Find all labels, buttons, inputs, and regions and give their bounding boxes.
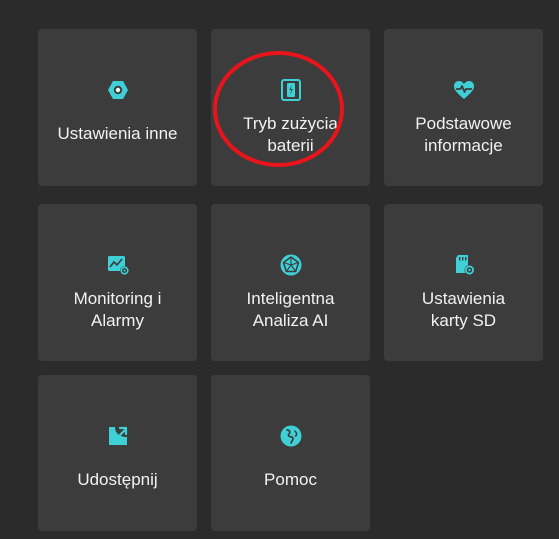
tile-label: Ustawienia inne [57, 124, 178, 143]
tile-basic-info[interactable]: Podstawowe informacje [384, 29, 543, 186]
share-icon [108, 426, 127, 445]
settings-grid: Ustawienia inne Tryb zużycia baterii Pod… [38, 29, 557, 539]
monitoring-alarm-icon [107, 256, 129, 275]
tile-label: Pomoc [264, 470, 317, 489]
battery-mode-icon [280, 79, 301, 101]
tile-share[interactable]: Udostępnij [38, 375, 197, 531]
tile-other-settings[interactable]: Ustawienia inne [38, 29, 197, 186]
settings-screen: Ustawienia inne Tryb zużycia baterii Pod… [0, 0, 559, 539]
tile-label: Udostępnij [77, 470, 158, 489]
tile-label: Monitoring i Alarmy [73, 289, 162, 330]
ai-analysis-icon [280, 254, 301, 276]
tile-label: Podstawowe informacje [415, 114, 512, 155]
tile-battery-mode[interactable]: Tryb zużycia baterii [211, 29, 370, 186]
tile-help[interactable]: Pomoc [211, 375, 370, 531]
help-globe-icon [280, 425, 301, 447]
tile-sd-card-settings[interactable]: Ustawienia karty SD [384, 204, 543, 361]
heart-pulse-icon [453, 81, 474, 99]
tile-label: Ustawienia karty SD [421, 289, 506, 330]
tile-label: Inteligentna Analiza AI [246, 289, 335, 330]
tile-monitoring-alarms[interactable]: Monitoring i Alarmy [38, 204, 197, 361]
settings-hex-icon [107, 81, 128, 99]
sd-card-settings-icon [455, 255, 474, 275]
tile-ai-analysis[interactable]: Inteligentna Analiza AI [211, 204, 370, 361]
tile-label: Tryb zużycia baterii [243, 114, 338, 155]
